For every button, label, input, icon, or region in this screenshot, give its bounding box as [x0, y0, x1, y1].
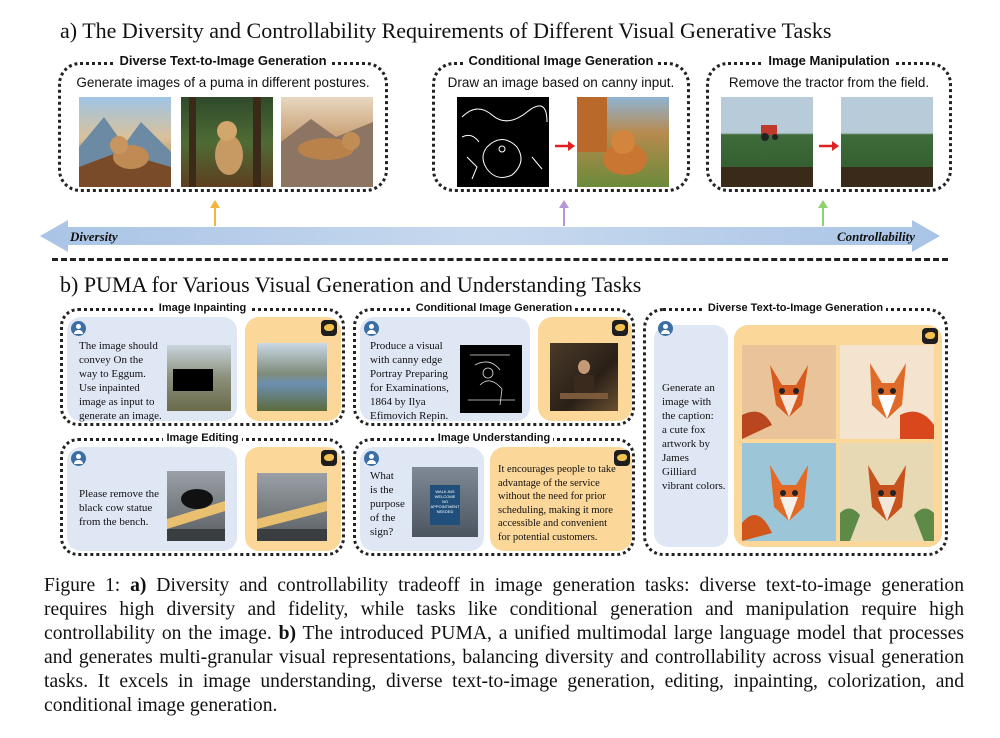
sign-board: WALK-INS WELCOME NO APPOINTMENT NEEDED [430, 485, 460, 525]
puma-image-running [281, 97, 373, 187]
conditional-panel-label: Conditional Image Generation [412, 302, 576, 314]
image-manipulation-prompt: Remove the tractor from the field. [728, 75, 930, 90]
understanding-user-panel: What is the purpose of the sign? WALK-IN… [360, 447, 484, 551]
conditional-model-panel [538, 317, 632, 421]
conditional-generation-prompt: Draw an image based on canny input. [447, 75, 675, 90]
puma-logo-icon [922, 328, 938, 344]
image-manipulation-label: Image Manipulation [764, 53, 894, 68]
figure-caption: Figure 1: a) Diversity and controllabili… [44, 574, 964, 718]
editing-model-panel [245, 447, 341, 551]
diverse-t2i-prompt: Generate images of a puma in different p… [76, 75, 370, 90]
street-sign-image: WALK-INS WELCOME NO APPOINTMENT NEEDED [412, 467, 478, 537]
conditional-generation-box: Conditional Image Generation Draw an ima… [432, 53, 690, 192]
canny-portrait-image [460, 345, 522, 413]
fox-model-panel [734, 325, 942, 547]
image-editing-panel: Image Editing Please remove the black co… [60, 432, 345, 556]
bench-with-cow-image [167, 471, 225, 541]
fox-t2i-panel: Diverse Text-to-Image Generation Generat… [643, 302, 948, 556]
conditional-user-panel: Produce a visual with canny edge Portray… [360, 317, 530, 422]
fox-image-4 [840, 443, 934, 541]
image-editing-label: Image Editing [163, 432, 242, 444]
editing-user-panel: Please remove the black cow statue from … [67, 447, 237, 551]
transform-arrow-2 [819, 138, 839, 156]
section-separator [52, 258, 948, 261]
image-understanding-panel: Image Understanding What is the purpose … [353, 432, 635, 556]
puma-image-forest [181, 97, 273, 187]
user-avatar-icon [658, 321, 673, 336]
fox-image-2 [840, 345, 934, 439]
edited-bench-image [257, 473, 327, 541]
fox-t2i-label: Diverse Text-to-Image Generation [704, 302, 887, 314]
field-without-tractor-image [841, 97, 933, 187]
puma-logo-icon [321, 320, 337, 336]
user-avatar-icon [364, 321, 379, 336]
controllability-label: Controllability [837, 229, 916, 244]
inpainting-model-panel [245, 317, 341, 421]
section-b-title: b) PUMA for Various Visual Generation an… [60, 272, 642, 297]
conditional-generation-panel: Conditional Image Generation Produce a v… [353, 302, 635, 426]
user-avatar-icon [71, 451, 86, 466]
inpainting-prompt: The image should convey On the way to Eg… [79, 340, 162, 422]
fox-user-panel: Generate an image with the caption: a cu… [654, 325, 728, 547]
understanding-question: What is the purpose of the sign? [370, 470, 405, 538]
understanding-model-panel: It encourages people to take advantage o… [490, 447, 632, 551]
caption-prefix: Figure 1: [44, 575, 131, 596]
section-a-title: a) The Diversity and Controllability Req… [60, 18, 832, 43]
caption-b-marker: b) [278, 623, 297, 644]
diversity-controllability-axis [40, 220, 940, 257]
conditional-generation-label: Conditional Image Generation [464, 53, 658, 68]
inpainted-landscape-image [257, 343, 327, 411]
image-understanding-label: Image Understanding [434, 432, 554, 444]
image-inpainting-label: Image Inpainting [155, 302, 250, 314]
diverse-t2i-box: Diverse Text-to-Image Generation Generat… [58, 53, 388, 192]
generated-portrait-image [550, 343, 618, 411]
caption-a-marker: a) [130, 575, 147, 596]
image-inpainting-panel: Image Inpainting The image should convey… [60, 302, 345, 426]
canny-edge-image [457, 97, 549, 187]
diverse-t2i-label: Diverse Text-to-Image Generation [115, 53, 331, 68]
editing-prompt: Please remove the black cow statue from … [79, 488, 160, 528]
puma-image-mountain [79, 97, 171, 187]
cat-image [577, 97, 669, 187]
field-with-tractor-image [721, 97, 813, 187]
fox-image-1 [742, 345, 836, 439]
masked-landscape-image [167, 345, 231, 411]
understanding-answer: It encourages people to take advantage o… [498, 464, 616, 543]
transform-arrow-1 [555, 138, 575, 156]
fox-image-3 [742, 443, 836, 541]
fox-prompt: Generate an image with the caption: a cu… [662, 382, 726, 492]
image-manipulation-box: Image Manipulation Remove the tractor fr… [706, 53, 952, 192]
user-avatar-icon [71, 321, 86, 336]
inpainting-user-panel: The image should convey On the way to Eg… [67, 317, 237, 422]
puma-logo-icon [321, 450, 337, 466]
user-avatar-icon [364, 451, 379, 466]
puma-logo-icon [612, 320, 628, 336]
diversity-label: Diversity [70, 229, 118, 244]
conditional-prompt: Produce a visual with canny edge Portray… [370, 340, 449, 422]
